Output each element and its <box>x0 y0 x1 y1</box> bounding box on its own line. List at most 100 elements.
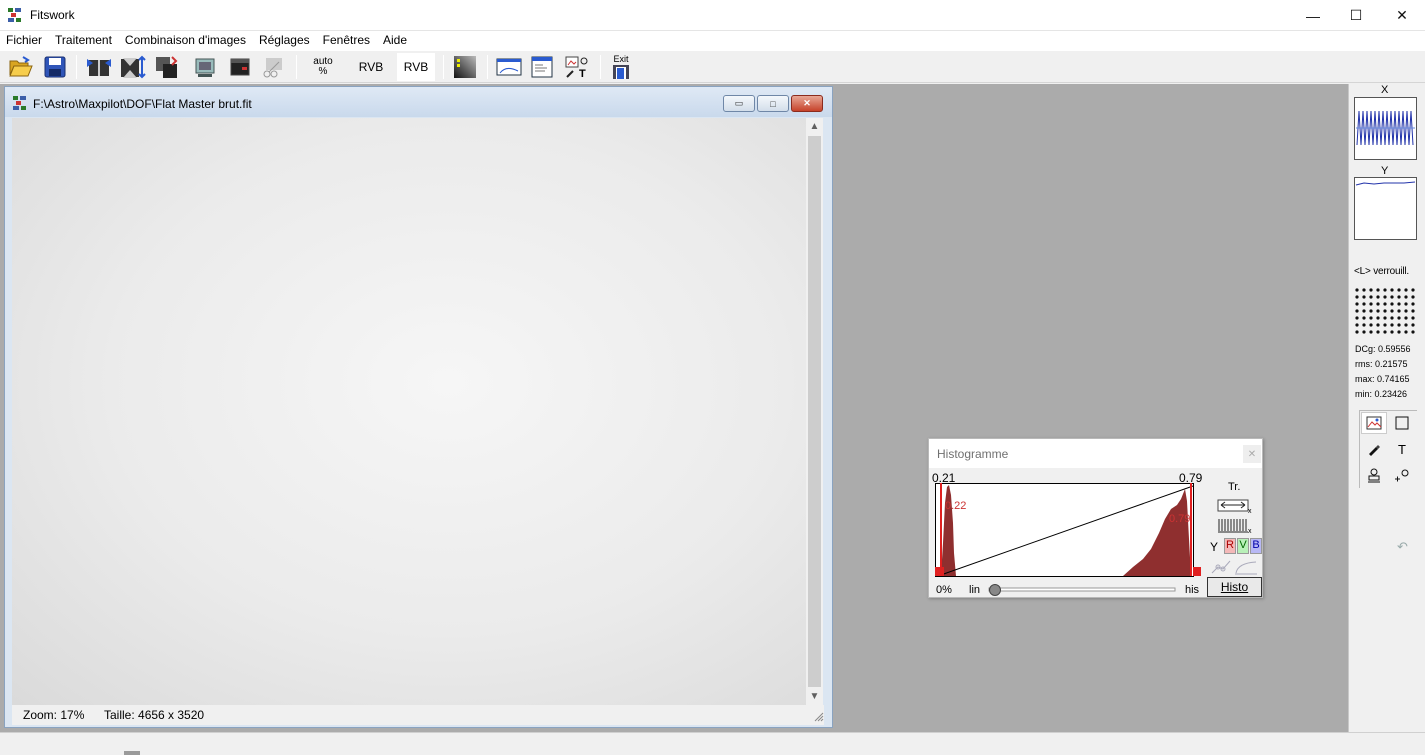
status-indicator <box>124 751 140 755</box>
open-button[interactable] <box>6 53 36 81</box>
lock-label: <L> verrouill. <box>1354 266 1410 277</box>
histogram-plot[interactable] <box>935 483 1201 579</box>
image-window: F:\Astro\Maxpilot\DOF\Flat Master brut.f… <box>4 86 833 728</box>
undo-icon[interactable]: ↶ <box>1397 539 1408 555</box>
channel-r[interactable]: R <box>1224 538 1236 554</box>
window-title: Fitswork <box>30 8 75 22</box>
flip-horizontal-button[interactable] <box>84 53 114 81</box>
menu-fenetres[interactable]: Fenêtres <box>317 31 377 51</box>
tool-point[interactable] <box>1391 464 1413 486</box>
scroll-up-arrow[interactable]: ▲ <box>806 118 823 135</box>
annotate-icon: T <box>565 56 588 79</box>
y-profile-plot <box>1354 177 1417 240</box>
image-restore-button[interactable]: □ <box>757 95 789 112</box>
rotate-button[interactable] <box>152 53 182 81</box>
gradient-button[interactable] <box>451 53 479 81</box>
annotate-button[interactable]: T <box>562 53 592 81</box>
flip-vertical-button[interactable] <box>118 53 148 81</box>
channel-v[interactable]: V <box>1237 538 1249 554</box>
menu-reglages[interactable]: Réglages <box>253 31 317 51</box>
cut-button[interactable] <box>258 53 288 81</box>
maximize-button[interactable]: ☐ <box>1333 0 1379 31</box>
toolbar: auto % RVB RVB T Exit <box>0 51 1425 83</box>
max-readout: max: 0.74165 <box>1355 374 1410 384</box>
tr-label: Tr. <box>1228 481 1241 493</box>
vertical-scrollbar[interactable]: ▲ ▼ <box>806 118 823 705</box>
zoom-readout: Zoom: 17% <box>23 708 85 722</box>
lin-his-slider[interactable] <box>987 583 1177 597</box>
rvb-button-2[interactable]: RVB <box>397 53 435 81</box>
rvb-button-1[interactable]: RVB <box>352 53 390 81</box>
channel-b[interactable]: B <box>1250 538 1262 554</box>
dcg-readout: DCg: 0.59556 <box>1355 344 1411 354</box>
menu-bar: Fichier Traitement Combinaison d'images … <box>0 31 1425 51</box>
status-bar <box>0 732 1425 755</box>
screen-button[interactable] <box>225 53 255 81</box>
image-window-button[interactable] <box>494 53 524 81</box>
menu-fichier[interactable]: Fichier <box>0 31 49 51</box>
auto-percent-button[interactable]: auto % <box>306 53 340 81</box>
scissors-icon <box>263 58 282 78</box>
svg-text:T: T <box>579 68 586 79</box>
min-readout: min: 0.23426 <box>1355 389 1408 399</box>
floppy-save-icon <box>44 56 66 78</box>
stamp-icon <box>1368 468 1380 483</box>
x-profile-plot <box>1354 97 1417 160</box>
flip-horizontal-icon <box>87 59 111 76</box>
menu-combinaison[interactable]: Combinaison d'images <box>119 31 253 51</box>
low-handle[interactable] <box>935 567 944 576</box>
rotate-icon <box>156 56 178 78</box>
rms-readout: rms: 0.21575 <box>1355 359 1408 369</box>
svg-text:x: x <box>1248 508 1252 515</box>
size-readout: Taille: 4656 x 3520 <box>104 708 205 722</box>
curve-points-icon[interactable] <box>1210 559 1232 575</box>
image-minimize-button[interactable]: ▭ <box>723 95 755 112</box>
pen-icon <box>1369 445 1380 456</box>
close-button[interactable]: ✕ <box>1379 0 1425 31</box>
dot-grid-icon[interactable] <box>1354 287 1417 337</box>
image-window-title: F:\Astro\Maxpilot\DOF\Flat Master brut.f… <box>33 97 252 111</box>
bars-icon[interactable]: x <box>1217 517 1253 535</box>
scroll-down-arrow[interactable]: ▼ <box>806 688 823 705</box>
curve-log-icon[interactable] <box>1234 559 1258 575</box>
image-window-titlebar[interactable]: F:\Astro\Maxpilot\DOF\Flat Master brut.f… <box>5 87 832 117</box>
menu-aide[interactable]: Aide <box>377 31 414 51</box>
histogram-window: Histogramme ✕ 0.21 0.79 0.22 0.79 0% lin… <box>928 438 1263 598</box>
title-bar: Fitswork — ☐ ✕ <box>0 0 1425 31</box>
exit-button[interactable]: Exit <box>606 53 636 81</box>
flat-image-canvas[interactable] <box>12 118 806 705</box>
histogram-titlebar[interactable]: Histogramme ✕ <box>929 439 1262 468</box>
image-tool-icon <box>1366 416 1382 430</box>
point-add-icon <box>1395 469 1409 482</box>
minimize-button[interactable]: — <box>1290 0 1336 31</box>
his-label: his <box>1185 584 1200 596</box>
high-handle[interactable] <box>1193 567 1201 576</box>
gradient-icon <box>454 56 476 78</box>
y-profile-label: Y <box>1381 165 1389 177</box>
channel-y[interactable]: Y <box>1210 540 1218 554</box>
tool-image-select[interactable] <box>1361 412 1387 434</box>
exit-label: Exit <box>613 53 629 64</box>
tool-text[interactable]: T <box>1391 438 1413 460</box>
monitor-image-icon <box>195 58 215 77</box>
svg-text:x: x <box>1248 528 1252 535</box>
tool-rectangle[interactable] <box>1391 412 1413 434</box>
flip-vertical-icon <box>121 55 146 79</box>
menu-traitement[interactable]: Traitement <box>49 31 119 51</box>
histogram-close-button[interactable]: ✕ <box>1243 445 1261 463</box>
percent-label: % <box>318 66 328 77</box>
document-button[interactable] <box>528 53 556 81</box>
right-panel: X Y <L> verrouill. DCg: 0.59556 rms: 0.2… <box>1348 84 1425 732</box>
tool-pen[interactable] <box>1363 438 1385 460</box>
histo-button[interactable]: Histo <box>1207 577 1262 597</box>
save-button[interactable] <box>40 53 70 81</box>
stretch-width-icon[interactable]: x <box>1217 497 1253 515</box>
scroll-thumb[interactable] <box>808 136 821 687</box>
rectangle-icon <box>1395 416 1409 430</box>
slider-knob[interactable] <box>989 584 1001 596</box>
print-button[interactable] <box>190 53 220 81</box>
resize-grip-icon[interactable] <box>814 712 824 722</box>
x-profile-label: X <box>1381 84 1389 96</box>
tool-stamp[interactable] <box>1363 464 1385 486</box>
image-close-button[interactable]: ✕ <box>791 95 823 112</box>
